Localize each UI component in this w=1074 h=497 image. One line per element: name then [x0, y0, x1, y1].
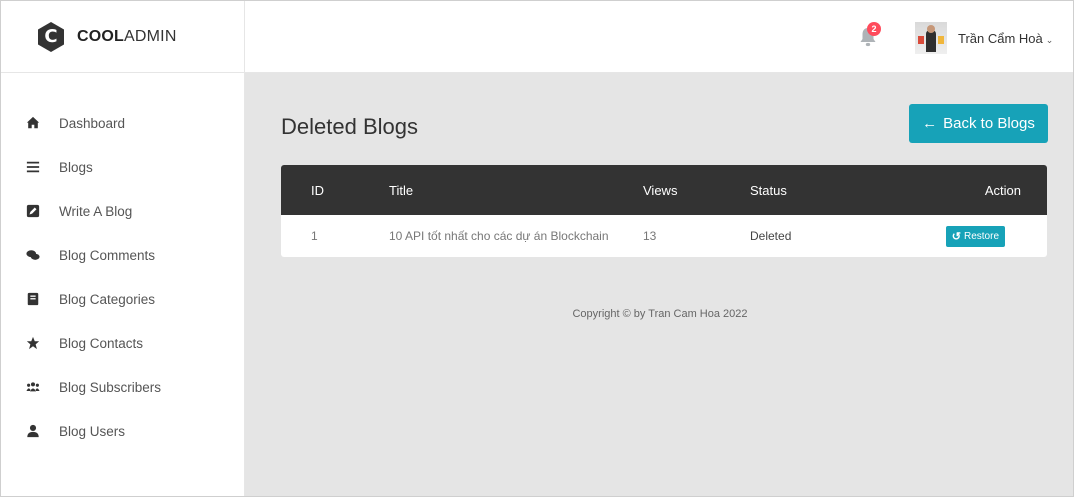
book-icon: [25, 291, 41, 307]
avatar: [915, 22, 947, 54]
column-header-views: Views: [643, 182, 678, 198]
cell-status: Deleted: [750, 229, 792, 243]
sidebar-item-blog-subscribers[interactable]: Blog Subscribers: [1, 365, 244, 409]
sidebar: C COOLADMIN Dashboard Blogs Write A Blog…: [1, 1, 245, 496]
avatar-detail: [918, 36, 924, 44]
column-header-id: ID: [311, 182, 324, 198]
users-icon: [25, 379, 41, 395]
cell-views: 13: [643, 229, 657, 243]
logo[interactable]: C COOLADMIN: [1, 1, 244, 73]
logo-letter: C: [44, 26, 58, 47]
sidebar-nav: Dashboard Blogs Write A Blog Blog Commen…: [1, 101, 244, 453]
sidebar-item-label: Blog Subscribers: [59, 379, 162, 395]
cell-action: ↺ Restore: [937, 215, 1047, 257]
sidebar-item-blogs[interactable]: Blogs: [1, 145, 244, 189]
column-header-status: Status: [750, 182, 787, 198]
cell-id: 1: [311, 229, 318, 243]
sidebar-item-label: Write A Blog: [59, 203, 133, 219]
sidebar-item-label: Blog Categories: [59, 291, 156, 307]
logo-text: COOLADMIN: [77, 28, 177, 46]
deleted-blogs-table: ID Title Views Status Action 1 10 API tố…: [281, 165, 1047, 257]
logo-text-rest: ADMIN: [124, 27, 177, 45]
sidebar-item-label: Blogs: [59, 159, 93, 175]
user-menu[interactable]: Trần Cẩm Hoà ⌄: [915, 22, 1053, 54]
notifications-badge: 2: [867, 22, 881, 36]
table-row: 1 10 API tốt nhất cho các dự án Blockcha…: [281, 215, 1047, 257]
sidebar-item-label: Blog Comments: [59, 247, 156, 263]
column-header-action: Action: [984, 182, 1021, 198]
undo-icon: ↺: [951, 230, 961, 243]
back-to-blogs-label: Back to Blogs: [943, 115, 1035, 132]
main-content: Deleted Blogs ← Back to Blogs ID Title V…: [245, 73, 1073, 496]
sidebar-item-label: Dashboard: [59, 115, 126, 131]
logo-hexagon-icon: C: [35, 21, 67, 53]
restore-label: Restore: [963, 230, 999, 242]
edit-icon: [25, 203, 41, 219]
restore-button[interactable]: ↺ Restore: [945, 225, 1005, 247]
page-title: Deleted Blogs: [281, 114, 418, 139]
avatar-detail: [938, 36, 944, 44]
arrow-left-icon: ←: [922, 115, 938, 132]
user-icon: [25, 423, 41, 439]
user-name-text: Trần Cẩm Hoà: [958, 30, 1043, 46]
app-frame: C COOLADMIN Dashboard Blogs Write A Blog…: [0, 0, 1074, 497]
sidebar-item-blog-users[interactable]: Blog Users: [1, 409, 244, 453]
notifications-button[interactable]: 2: [859, 22, 881, 49]
star-icon: [25, 335, 41, 351]
sidebar-item-write-a-blog[interactable]: Write A Blog: [1, 189, 244, 233]
sidebar-item-blog-categories[interactable]: Blog Categories: [1, 277, 244, 321]
sidebar-item-blog-comments[interactable]: Blog Comments: [1, 233, 244, 277]
top-header: 2 Trần Cẩm Hoà ⌄: [245, 1, 1073, 73]
avatar-detail: [927, 25, 935, 33]
comments-icon: [25, 247, 41, 263]
cell-title: 10 API tốt nhất cho các dự án Blockchain: [389, 229, 609, 243]
sidebar-item-blog-contacts[interactable]: Blog Contacts: [1, 321, 244, 365]
sidebar-item-dashboard[interactable]: Dashboard: [1, 101, 244, 145]
column-header-title: Title: [389, 182, 414, 198]
avatar-detail: [926, 30, 936, 52]
user-name: Trần Cẩm Hoà ⌄: [958, 31, 1053, 46]
list-icon: [25, 159, 41, 175]
sidebar-item-label: Blog Contacts: [59, 335, 144, 351]
back-to-blogs-button[interactable]: ← Back to Blogs: [909, 104, 1048, 143]
footer-copyright: Copyright © by Tran Cam Hoa 2022: [572, 308, 748, 320]
logo-text-bold: COOL: [77, 27, 125, 45]
sidebar-item-label: Blog Users: [59, 423, 126, 439]
chevron-down-icon: ⌄: [1045, 34, 1054, 45]
home-icon: [25, 115, 41, 131]
table-header-row: ID Title Views Status Action: [281, 165, 1047, 215]
